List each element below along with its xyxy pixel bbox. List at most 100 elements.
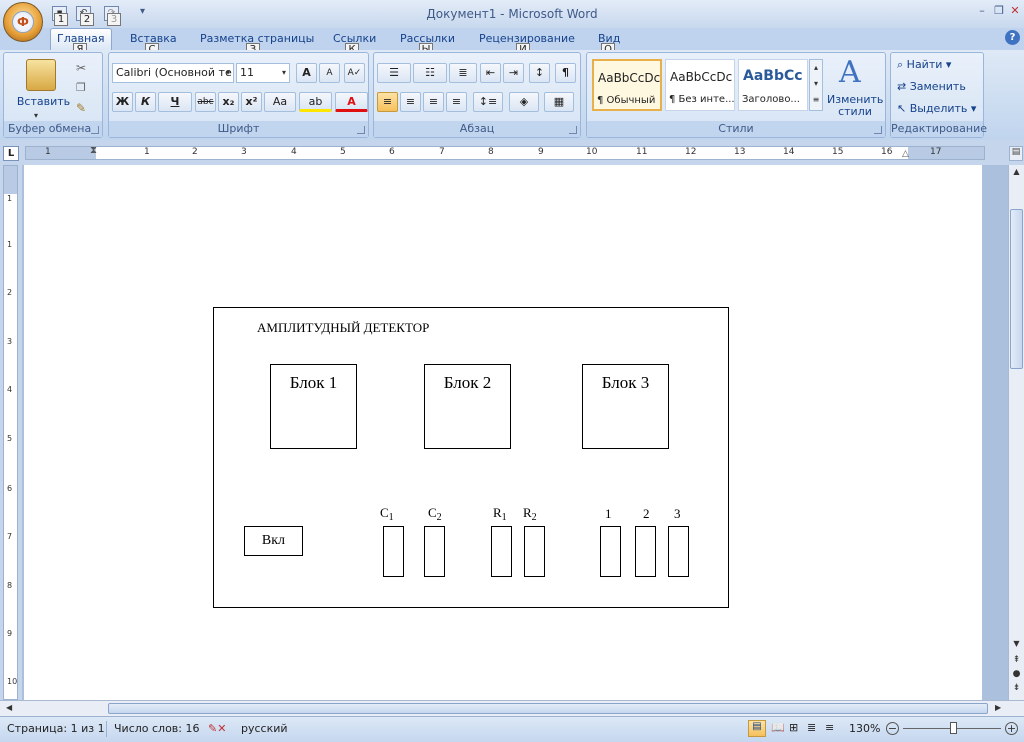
label-c1-index: 1 bbox=[388, 512, 394, 523]
increase-indent-icon[interactable]: ⇥ bbox=[503, 63, 524, 83]
style-heading-1[interactable]: AaBbCc Заголово... bbox=[738, 59, 808, 111]
outline-icon[interactable]: ≣ bbox=[807, 721, 816, 734]
paste-button[interactable]: Вставить bbox=[16, 95, 71, 108]
numbering-icon[interactable]: ☷ bbox=[413, 63, 447, 83]
change-styles-button[interactable]: Изменить стили bbox=[827, 94, 883, 118]
paste-dropdown-icon[interactable]: ▾ bbox=[34, 111, 38, 120]
switch-r2[interactable] bbox=[524, 526, 545, 577]
find-button[interactable]: ⌕ Найти ▾ bbox=[897, 58, 951, 72]
right-indent-icon[interactable]: △ bbox=[902, 149, 909, 159]
zoom-level[interactable]: 130% bbox=[849, 722, 880, 735]
ruler-tick-label: 6 bbox=[7, 484, 13, 493]
vertical-scrollbar[interactable]: ▲ ▼ ⇞ ● ⇟ bbox=[1008, 165, 1024, 700]
next-page-icon[interactable]: ⇟ bbox=[1010, 683, 1023, 693]
full-screen-reading-icon[interactable]: 📖 bbox=[771, 721, 785, 734]
web-layout-icon[interactable]: ⊞ bbox=[789, 721, 798, 734]
block-3[interactable]: Блок 3 bbox=[582, 364, 669, 449]
style-normal[interactable]: AaBbCcDc ¶ Обычный bbox=[592, 59, 662, 111]
power-button[interactable]: Вкл bbox=[244, 526, 303, 556]
font-name-combo[interactable]: Calibri (Основной те ▾ bbox=[112, 63, 234, 83]
cut-icon[interactable]: ✂ bbox=[76, 61, 86, 75]
select-button[interactable]: ↖ Выделить ▾ bbox=[897, 102, 976, 115]
highlight-color-icon[interactable]: ab bbox=[299, 92, 332, 112]
styles-dialog-launcher[interactable] bbox=[874, 126, 882, 134]
help-icon[interactable]: ? bbox=[1005, 30, 1020, 45]
block-2[interactable]: Блок 2 bbox=[424, 364, 511, 449]
align-right-icon[interactable]: ≡ bbox=[423, 92, 444, 112]
font-color-icon[interactable]: A bbox=[335, 92, 368, 112]
italic-button[interactable]: К bbox=[135, 92, 156, 112]
copy-icon[interactable]: ❐ bbox=[76, 81, 86, 94]
scroll-right-icon[interactable]: ▶ bbox=[995, 703, 1001, 712]
zoom-slider-thumb[interactable] bbox=[950, 722, 957, 734]
bullets-icon[interactable]: ☰ bbox=[377, 63, 411, 83]
align-center-icon[interactable]: ≡ bbox=[400, 92, 421, 112]
close-icon[interactable]: ✕ bbox=[1008, 4, 1022, 18]
switch-point-1[interactable] bbox=[600, 526, 621, 577]
change-case-button[interactable]: Aa bbox=[264, 92, 296, 112]
font-size-combo[interactable]: 11 ▾ bbox=[236, 63, 290, 83]
view-ruler-icon[interactable]: ▤ bbox=[1009, 146, 1023, 161]
editing-group-label: Редактирование bbox=[891, 121, 987, 137]
scroll-up-icon[interactable]: ▲ bbox=[1010, 167, 1023, 176]
document-page[interactable]: АМПЛИТУДНЫЙ ДЕТЕКТОР Блок 1 Блок 2 Блок … bbox=[24, 165, 982, 700]
scroll-left-icon[interactable]: ◀ bbox=[6, 703, 12, 712]
page-indicator[interactable]: Страница: 1 из 1 bbox=[7, 722, 105, 735]
horizontal-scroll-thumb[interactable] bbox=[108, 703, 988, 714]
shading-icon[interactable]: ◈ bbox=[509, 92, 539, 112]
switch-point-2[interactable] bbox=[635, 526, 656, 577]
print-layout-icon[interactable]: ▤ bbox=[748, 720, 766, 737]
paragraph-dialog-launcher[interactable] bbox=[569, 126, 577, 134]
switch-c2[interactable] bbox=[424, 526, 445, 577]
ruler-tick-label: 7 bbox=[7, 532, 13, 541]
line-spacing-icon[interactable]: ↕≡ bbox=[473, 92, 503, 112]
horizontal-ruler[interactable]: 1 1 2 3 4 5 6 7 8 9 10 11 12 13 14 15 16 17 ⧗ △ bbox=[25, 145, 985, 160]
office-button[interactable]: Ф bbox=[3, 2, 43, 42]
underline-button[interactable]: Ч bbox=[158, 92, 192, 112]
label-point-1: 1 bbox=[605, 506, 612, 521]
justify-icon[interactable]: ≡ bbox=[446, 92, 467, 112]
switch-c1[interactable] bbox=[383, 526, 404, 577]
grow-font-button[interactable]: A bbox=[296, 63, 317, 83]
style-no-spacing[interactable]: AaBbCcDc ¶ Без инте... bbox=[665, 59, 735, 111]
block-1[interactable]: Блок 1 bbox=[270, 364, 357, 449]
draft-icon[interactable]: ≡ bbox=[825, 721, 834, 734]
scroll-down-icon[interactable]: ▼ bbox=[1010, 639, 1023, 648]
show-marks-button[interactable]: ¶ bbox=[555, 63, 576, 83]
strikethrough-button[interactable]: abc bbox=[195, 92, 216, 112]
proofing-icon[interactable]: ✎✕ bbox=[208, 722, 226, 735]
zoom-out-icon[interactable]: − bbox=[886, 722, 899, 735]
vertical-ruler[interactable]: 1 1 2 3 4 5 6 7 8 9 10 bbox=[3, 165, 18, 700]
label-r1-index: 1 bbox=[501, 512, 507, 523]
decrease-indent-icon[interactable]: ⇤ bbox=[480, 63, 501, 83]
clear-formatting-icon[interactable]: A✓ bbox=[344, 63, 365, 83]
tab-selector-icon[interactable]: L bbox=[3, 146, 19, 161]
replace-button[interactable]: ⇄ Заменить bbox=[897, 80, 966, 93]
vertical-scroll-thumb[interactable] bbox=[1010, 209, 1023, 369]
subscript-button[interactable]: x₂ bbox=[218, 92, 239, 112]
align-left-icon[interactable]: ≡ bbox=[377, 92, 398, 112]
restore-icon[interactable]: ❐ bbox=[992, 4, 1006, 18]
indent-marker-icon[interactable]: ⧗ bbox=[90, 145, 97, 156]
sort-icon[interactable]: ↕ bbox=[529, 63, 550, 83]
multilevel-list-icon[interactable]: ≣ bbox=[449, 63, 477, 83]
minimize-icon[interactable]: – bbox=[975, 4, 989, 18]
horizontal-scrollbar[interactable]: ◀ ▶ bbox=[0, 700, 1024, 716]
ruler-tick-label: 10 bbox=[7, 677, 18, 686]
borders-icon[interactable]: ▦ bbox=[544, 92, 574, 112]
word-count[interactable]: Число слов: 16 bbox=[114, 722, 200, 735]
select-browse-object-icon[interactable]: ● bbox=[1010, 669, 1023, 679]
shrink-font-button[interactable]: A bbox=[319, 63, 340, 83]
prev-page-icon[interactable]: ⇞ bbox=[1010, 655, 1023, 665]
zoom-in-icon[interactable]: + bbox=[1005, 722, 1018, 735]
switch-point-3[interactable] bbox=[668, 526, 689, 577]
superscript-button[interactable]: x² bbox=[241, 92, 262, 112]
style-name: ¶ Обычный bbox=[597, 95, 656, 106]
switch-r1[interactable] bbox=[491, 526, 512, 577]
clipboard-dialog-launcher[interactable] bbox=[91, 126, 99, 134]
font-dialog-launcher[interactable] bbox=[357, 126, 365, 134]
format-painter-icon[interactable]: ✎ bbox=[76, 101, 86, 115]
language-indicator[interactable]: русский bbox=[241, 722, 288, 735]
styles-scroll-icon[interactable]: ▴ ▾ ≡ bbox=[809, 59, 823, 111]
bold-button[interactable]: Ж bbox=[112, 92, 133, 112]
